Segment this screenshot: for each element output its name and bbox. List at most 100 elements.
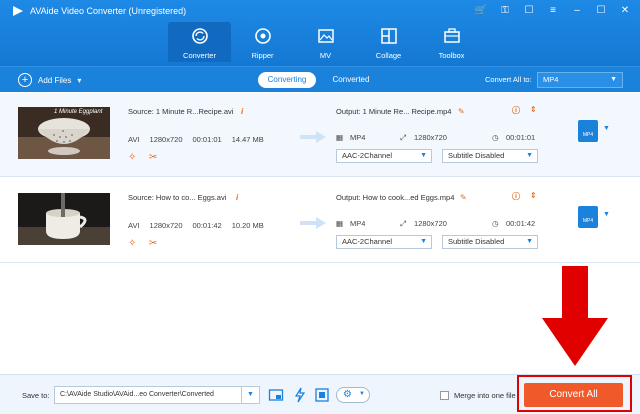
source-size: 10.20 MB <box>231 221 264 230</box>
source-resolution: 1280x720 <box>149 221 183 230</box>
merge-checkbox[interactable] <box>440 391 449 400</box>
menu-icon[interactable]: ≡ <box>546 4 560 18</box>
arrow-right-icon <box>300 217 326 229</box>
chevron-down-icon: ▼ <box>526 238 533 245</box>
converter-icon <box>191 28 208 44</box>
video-thumbnail[interactable]: 1 Minute Eggplant <box>18 107 110 159</box>
tab-converting[interactable]: Converting <box>258 72 316 88</box>
add-files-button[interactable]: + Add Files ▾ <box>18 73 81 87</box>
output-resolution: 1280x720 <box>414 219 447 228</box>
chevron-down-icon[interactable]: ▼ <box>603 125 610 132</box>
maximize-icon[interactable]: ☐ <box>594 4 608 18</box>
tab-toolbox[interactable]: Toolbox <box>420 22 483 62</box>
audio-track-value: AAC-2Channel <box>342 237 393 246</box>
info-circle-icon[interactable]: ⓘ <box>512 105 520 116</box>
save-path-field[interactable]: C:\AVAide Studio\AVAid...eo Converter\Co… <box>54 386 260 404</box>
convert-all-format-select[interactable]: MP4 ▼ <box>537 72 623 88</box>
thumbnail-caption: 1 Minute Eggplant <box>54 109 103 115</box>
tab-ripper[interactable]: Ripper <box>231 22 294 62</box>
mv-icon <box>317 29 334 43</box>
key-icon[interactable]: ⚿ <box>498 4 512 18</box>
file-row: 1 Minute Eggplant Source: 1 Minute R...R… <box>0 93 640 177</box>
arrow-right-icon <box>300 131 326 143</box>
minimize-icon[interactable]: – <box>570 4 584 18</box>
compress-icon[interactable]: ⇕ <box>530 191 537 200</box>
edit-tools: ✧ ✂ <box>128 238 160 249</box>
folder-icon[interactable] <box>268 387 284 403</box>
tab-converter[interactable]: Converter <box>168 22 231 62</box>
source-resolution: 1280x720 <box>149 135 183 144</box>
annotation-arrow-icon <box>542 266 608 366</box>
merge-label: Merge into one file <box>454 391 516 400</box>
chevron-down-icon: ▼ <box>526 152 533 159</box>
disc-icon <box>254 28 271 44</box>
output-duration: 00:01:01 <box>506 133 536 142</box>
subtitle-value: Subtitle Disabled <box>448 237 505 246</box>
tab-mv[interactable]: MV <box>294 22 357 62</box>
app-logo-icon <box>13 6 23 16</box>
film-icon: ▦ <box>336 133 344 142</box>
resize-icon: ⤢ <box>400 133 406 142</box>
info-icon[interactable]: i <box>236 193 238 202</box>
cup-thumbnail-image <box>18 193 110 245</box>
source-duration: 00:01:42 <box>192 221 222 230</box>
output-format: MP4 <box>350 133 366 142</box>
source-format: AVI <box>128 135 140 144</box>
info-icon[interactable]: i <box>241 107 243 116</box>
subtitle-select[interactable]: Subtitle Disabled ▼ <box>442 149 538 163</box>
audio-track-select[interactable]: AAC-2Channel ▼ <box>336 149 432 163</box>
save-path-value: C:\AVAide Studio\AVAid...eo Converter\Co… <box>60 391 214 398</box>
output-format: MP4 <box>350 219 366 228</box>
gear-icon: ⚙ <box>343 389 352 400</box>
collage-icon <box>380 28 397 44</box>
subtitle-select[interactable]: Subtitle Disabled ▼ <box>442 235 538 249</box>
chevron-down-icon[interactable]: ▼ <box>241 387 259 403</box>
gpu-icon[interactable] <box>314 387 330 403</box>
edit-pencil-icon[interactable]: ✎ <box>460 193 467 202</box>
tab-collage[interactable]: Collage <box>357 22 420 62</box>
tab-label: Collage <box>375 51 402 60</box>
clock-icon: ◷ <box>492 219 499 228</box>
chevron-down-icon[interactable]: ▼ <box>603 211 610 218</box>
hardware-accel-icon[interactable] <box>292 387 308 403</box>
tab-label: Converter <box>183 51 216 60</box>
add-files-label: Add Files <box>38 75 72 85</box>
clock-icon: ◷ <box>492 133 499 142</box>
output-filename: Output: 1 Minute Re... Recipe.mp4 <box>336 107 452 116</box>
chevron-down-icon: ▼ <box>359 391 365 397</box>
chevron-down-icon[interactable]: ▾ <box>77 76 81 85</box>
app-header: AVAide Video Converter (Unregistered) 🛒 … <box>0 0 640 66</box>
title-bar: AVAide Video Converter (Unregistered) 🛒 … <box>0 0 640 22</box>
video-thumbnail[interactable] <box>18 193 110 245</box>
film-icon: ▦ <box>336 219 344 228</box>
magic-wand-icon[interactable]: ✧ <box>128 238 139 249</box>
audio-track-value: AAC-2Channel <box>342 151 393 160</box>
tab-label: Ripper <box>251 51 274 60</box>
subtitle-value: Subtitle Disabled <box>448 151 505 160</box>
audio-track-select[interactable]: AAC-2Channel ▼ <box>336 235 432 249</box>
settings-button[interactable]: ⚙ ▼ <box>336 387 370 403</box>
plus-icon: + <box>18 73 32 87</box>
tab-converted[interactable]: Converted <box>326 72 376 88</box>
source-format: AVI <box>128 221 140 230</box>
compress-icon[interactable]: ⇕ <box>530 105 537 114</box>
convert-all-to-label: Convert All to: <box>485 75 532 84</box>
chevron-down-icon: ▼ <box>610 76 617 83</box>
cart-icon[interactable]: 🛒 <box>474 4 488 18</box>
edit-tools: ✧ ✂ <box>128 152 160 163</box>
file-row: Source: How to co... Eggs.avi i AVI 1280… <box>0 179 640 263</box>
merge-option[interactable]: Merge into one file <box>440 391 516 400</box>
scissors-icon[interactable]: ✂ <box>149 238 160 249</box>
output-format-button[interactable]: MP4 <box>578 206 598 228</box>
scissors-icon[interactable]: ✂ <box>149 152 160 163</box>
format-select-value: MP4 <box>543 75 559 84</box>
toolbar: + Add Files ▾ Converting Converted Conve… <box>0 66 640 92</box>
info-circle-icon[interactable]: ⓘ <box>512 191 520 202</box>
chat-icon[interactable]: ☐ <box>522 4 536 18</box>
edit-pencil-icon[interactable]: ✎ <box>458 107 465 116</box>
tab-label: Toolbox <box>438 51 465 60</box>
window-controls: 🛒 ⚿ ☐ ≡ – ☐ ✕ <box>474 4 632 18</box>
magic-wand-icon[interactable]: ✧ <box>128 152 139 163</box>
output-format-button[interactable]: MP4 <box>578 120 598 142</box>
close-icon[interactable]: ✕ <box>618 4 632 18</box>
